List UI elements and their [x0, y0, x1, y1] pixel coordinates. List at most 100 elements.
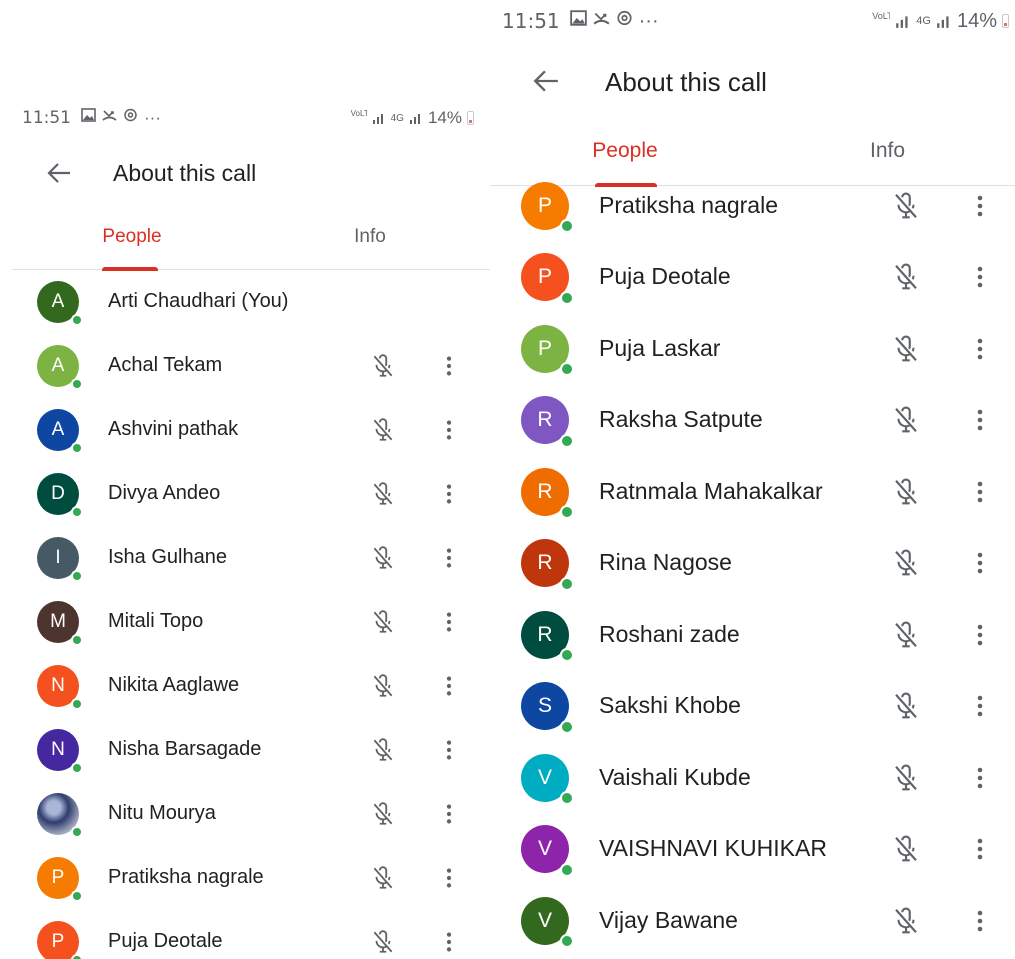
more-options-icon[interactable] [974, 191, 986, 221]
battery-percent: 14% [427, 108, 462, 127]
more-options-icon[interactable] [974, 620, 986, 650]
mic-off-icon[interactable] [370, 737, 396, 763]
mic-off-icon[interactable] [891, 477, 921, 507]
more-options-icon[interactable] [443, 865, 455, 891]
mic-off-icon[interactable] [370, 353, 396, 379]
status-right: VoLTE 4G 14% [872, 10, 1009, 33]
participant-row[interactable]: A Ashvini pathak [0, 398, 490, 462]
more-options-icon[interactable] [974, 262, 986, 292]
participant-row[interactable]: I Isha Gulhane [0, 526, 490, 590]
participant-name: Ratnmala Mahakalkar [599, 477, 823, 504]
avatar-initial: V [537, 908, 552, 932]
online-status-dot [559, 505, 574, 520]
signal-icon-2 [937, 16, 949, 28]
participant-row[interactable]: M Mitali Topo [0, 590, 490, 654]
participant-name: Arti Chaudhari (You) [108, 290, 289, 312]
mic-off-icon[interactable] [370, 417, 396, 443]
online-status-dot [559, 791, 574, 806]
avatar-initial: R [537, 551, 553, 575]
online-status-dot [71, 890, 83, 902]
mic-off-icon[interactable] [891, 405, 921, 435]
participant-row[interactable]: A Arti Chaudhari (You) [0, 270, 490, 334]
participant-row[interactable]: V Vaishali Kubde [490, 742, 1015, 814]
mic-off-icon[interactable] [370, 801, 396, 827]
participant-row[interactable]: R Ratnmala Mahakalkar [490, 456, 1015, 528]
participant-row[interactable]: P Puja Deotale [0, 910, 490, 959]
mic-off-icon[interactable] [891, 620, 921, 650]
participant-name: Roshani zade [599, 620, 740, 647]
online-status-dot [71, 634, 83, 646]
tab-people[interactable]: People [12, 226, 252, 248]
mic-off-icon[interactable] [370, 673, 396, 699]
back-arrow-icon[interactable] [46, 161, 72, 185]
participant-row[interactable]: R Roshani zade [490, 599, 1015, 671]
avatar-initial: N [51, 675, 65, 696]
app-bar: About this call [490, 60, 1015, 104]
participant-row[interactable]: N Nikita Aaglawe [0, 654, 490, 718]
online-status-dot [71, 698, 83, 710]
more-options-icon[interactable] [443, 545, 455, 571]
participant-row[interactable]: A Achal Tekam [0, 334, 490, 398]
tab-info[interactable]: Info [760, 139, 1015, 163]
status-time: 11:51 [22, 108, 71, 128]
more-options-icon[interactable] [443, 929, 455, 955]
mic-off-icon[interactable] [891, 334, 921, 364]
mic-off-icon[interactable] [370, 929, 396, 955]
more-options-icon[interactable] [443, 673, 455, 699]
more-options-icon[interactable] [974, 906, 986, 936]
network-type: 4G [390, 112, 404, 124]
mic-off-icon[interactable] [370, 609, 396, 635]
participant-row[interactable]: D Divya Andeo [0, 462, 490, 526]
signal-icon [372, 114, 383, 124]
tab-people[interactable]: People [490, 139, 760, 163]
mic-off-icon[interactable] [891, 548, 921, 578]
mic-off-icon[interactable] [891, 691, 921, 721]
mic-off-icon[interactable] [370, 865, 396, 891]
back-arrow-icon[interactable] [532, 68, 560, 94]
participant-row[interactable]: P Pratiksha nagrale [0, 846, 490, 910]
more-options-icon[interactable] [974, 834, 986, 864]
participant-row[interactable]: P Pratiksha nagrale [490, 170, 1015, 242]
online-status-dot [71, 378, 83, 390]
more-options-icon[interactable] [443, 801, 455, 827]
participant-row[interactable]: P Puja Laskar [490, 313, 1015, 385]
online-status-dot [559, 219, 574, 234]
mic-off-icon[interactable] [891, 906, 921, 936]
participant-list: P Pratiksha nagrale P Puja Deotale P Puja Las… [490, 170, 1015, 959]
more-options-icon[interactable] [974, 763, 986, 793]
participant-name: Mitali Topo [108, 610, 204, 632]
participant-row[interactable]: S Sakshi Khobe [490, 671, 1015, 743]
signal-icon-2 [409, 114, 420, 124]
participant-avatar: A [37, 281, 83, 326]
mic-off-icon[interactable] [370, 545, 396, 571]
status-time: 11:51 [502, 9, 560, 33]
mic-off-icon[interactable] [891, 763, 921, 793]
participant-row[interactable]: R Rina Nagose [490, 528, 1015, 600]
participant-row[interactable]: V VAISHNAVI KUHIKAR [490, 814, 1015, 886]
more-options-icon[interactable] [443, 609, 455, 635]
participant-row[interactable]: P Puja Deotale [490, 242, 1015, 314]
participant-row[interactable]: R Raksha Satpute [490, 385, 1015, 457]
volte-label: VoLTE [872, 12, 891, 21]
tab-bar: People Info [12, 213, 490, 271]
participant-row[interactable]: V Vijay Bawane [490, 885, 1015, 957]
mic-off-icon[interactable] [891, 191, 921, 221]
mic-off-icon[interactable] [891, 834, 921, 864]
more-options-icon[interactable] [974, 691, 986, 721]
participant-row[interactable]: N Nisha Barsagade [0, 718, 490, 782]
online-status-dot [71, 442, 83, 454]
mic-off-icon[interactable] [370, 481, 396, 507]
more-options-icon[interactable] [443, 353, 455, 379]
mic-off-icon[interactable] [891, 262, 921, 292]
more-options-icon[interactable] [443, 481, 455, 507]
participant-row[interactable]: Nitu Mourya [0, 782, 490, 846]
tab-info[interactable]: Info [252, 226, 488, 248]
more-options-icon[interactable] [974, 334, 986, 364]
more-options-icon[interactable] [974, 405, 986, 435]
page-title: About this call [113, 160, 257, 186]
more-options-icon[interactable] [974, 548, 986, 578]
more-options-icon[interactable] [974, 477, 986, 507]
more-options-icon[interactable] [443, 417, 455, 443]
more-options-icon[interactable] [443, 737, 455, 763]
participant-name: VAISHNAVI KUHIKAR [599, 835, 827, 862]
